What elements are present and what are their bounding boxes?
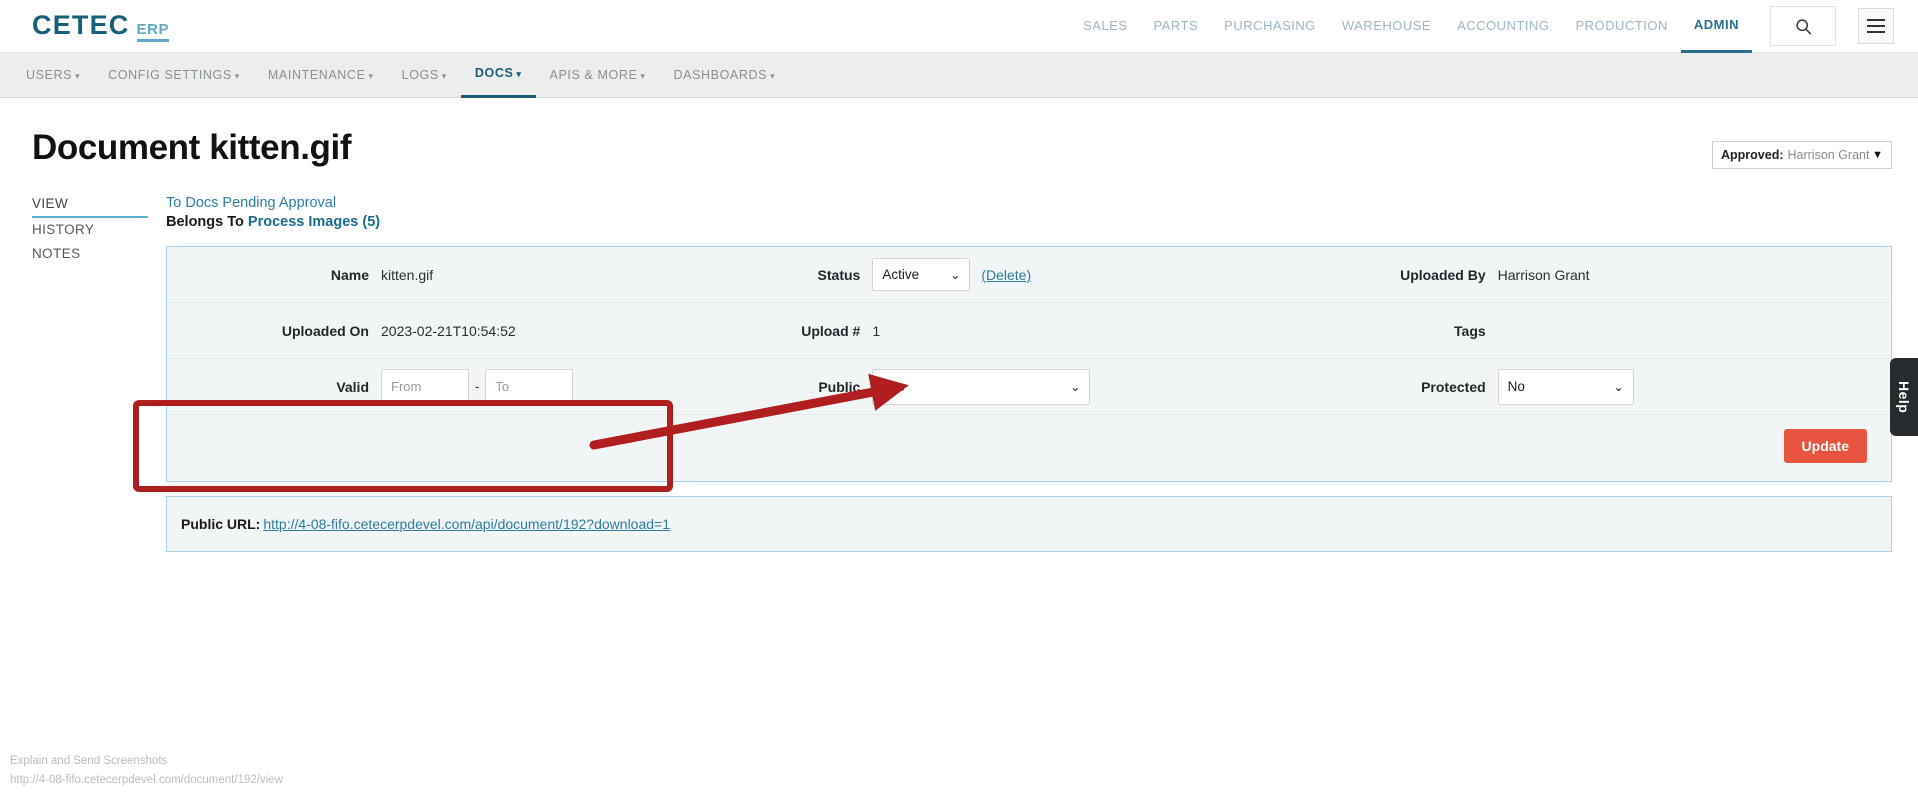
chevron-down-icon: ▾ [369,71,374,81]
search-button[interactable] [1770,6,1836,46]
subnav-item-docs[interactable]: DOCS▾ [461,52,536,98]
primary-navigation: SALES PARTS PURCHASING WAREHOUSE ACCOUNT… [1070,0,1918,52]
secondary-navigation: USERS▾ CONFIG SETTINGS▾ MAINTENANCE▾ LOG… [0,52,1918,98]
subnav-item-maintenance[interactable]: MAINTENANCE▾ [254,53,388,98]
browser-status-bar: Explain and Send Screenshots http://4-08… [10,752,283,789]
annotation-arrow [166,192,1866,797]
sidebar-item-notes[interactable]: NOTES [32,242,148,266]
approved-by-dropdown[interactable]: Approved: Harrison Grant ▼ [1712,141,1892,169]
document-tabs-sidebar: VIEW HISTORY NOTES [0,192,166,552]
subnav-item-logs[interactable]: LOGS▾ [388,53,461,98]
subnav-item-dashboards[interactable]: DASHBOARDS▾ [660,53,790,98]
logo-text-erp: ERP [137,21,170,42]
status-bar-line-1: Explain and Send Screenshots [10,752,283,770]
approved-value: Harrison Grant [1788,148,1870,162]
status-bar-line-2: http://4-08-fifo.cetecerpdevel.com/docum… [10,771,283,789]
document-detail-main: To Docs Pending Approval Belongs To Proc… [166,192,1918,552]
subnav-label-logs: LOGS [402,68,439,82]
subnav-item-users[interactable]: USERS▾ [26,53,94,98]
hamburger-menu-icon-bar-3 [1867,31,1885,33]
topnav-item-production[interactable]: PRODUCTION [1563,0,1681,52]
subnav-item-config-settings[interactable]: CONFIG SETTINGS▾ [94,53,254,98]
chevron-down-icon: ▾ [770,71,775,81]
subnav-label-apis-and-more: APIS & MORE [550,68,638,82]
help-tab-label: Help [1896,381,1912,413]
topnav-item-warehouse[interactable]: WAREHOUSE [1329,0,1444,52]
topnav-item-sales[interactable]: SALES [1070,0,1140,52]
subnav-label-maintenance: MAINTENANCE [268,68,366,82]
search-icon [1795,18,1812,35]
sidebar-item-history[interactable]: HISTORY [32,218,148,242]
topnav-item-admin[interactable]: ADMIN [1681,0,1752,53]
subnav-item-apis-and-more[interactable]: APIS & MORE▾ [536,53,660,98]
topnav-item-parts[interactable]: PARTS [1141,0,1212,52]
help-tab-button[interactable]: Help [1890,358,1918,436]
hamburger-menu-icon-bar-1 [1867,19,1885,21]
subnav-label-docs: DOCS [475,66,514,80]
chevron-down-icon: ▼ [1872,149,1883,161]
top-header-bar: CETEC ERP SALES PARTS PURCHASING WAREHOU… [0,0,1918,52]
chevron-down-icon: ▾ [516,69,521,79]
subnav-label-users: USERS [26,68,72,82]
cetec-erp-logo[interactable]: CETEC ERP [32,10,169,42]
chevron-down-icon: ▾ [235,71,240,81]
topnav-item-purchasing[interactable]: PURCHASING [1211,0,1329,52]
hamburger-menu-button[interactable] [1858,8,1894,44]
chevron-down-icon: ▾ [640,71,645,81]
logo-text-cetec: CETEC [32,10,130,41]
hamburger-menu-icon-bar-2 [1867,25,1885,27]
chevron-down-icon: ▾ [75,71,80,81]
approved-label: Approved: [1721,148,1784,162]
chevron-down-icon: ▾ [442,71,447,81]
page-content: Approved: Harrison Grant ▼ Document kitt… [0,128,1918,552]
subnav-label-dashboards: DASHBOARDS [674,68,768,82]
page-title: Document kitten.gif [32,128,1918,168]
sidebar-item-view[interactable]: VIEW [32,192,148,218]
subnav-label-config-settings: CONFIG SETTINGS [108,68,232,82]
topnav-item-accounting[interactable]: ACCOUNTING [1444,0,1562,52]
